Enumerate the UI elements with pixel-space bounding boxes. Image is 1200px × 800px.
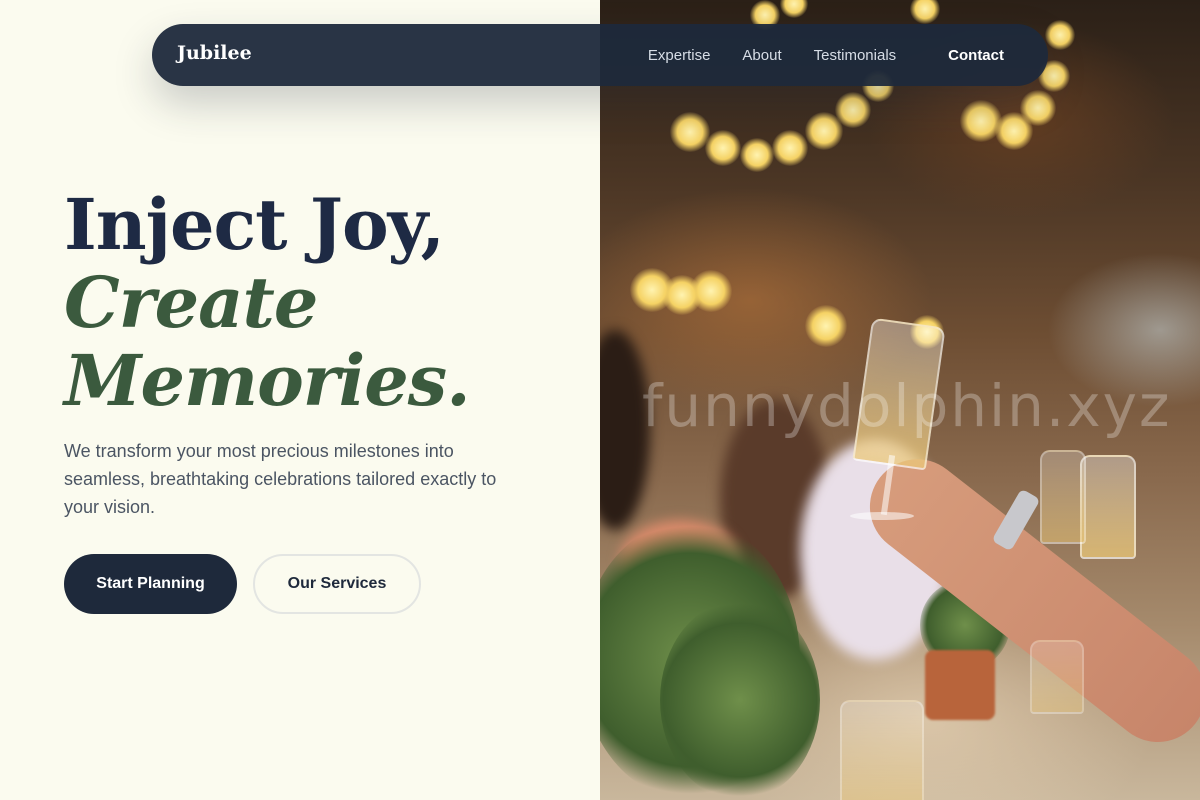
hero-description: We transform your most precious mileston… [64,441,497,517]
nav-link-testimonials[interactable]: Testimonials [814,47,897,64]
hero-title: Inject Joy, Create Memories. [64,183,471,422]
string-light [670,112,710,152]
nav-link-about[interactable]: About [742,47,781,64]
brand-logo[interactable]: Jubilee [177,42,252,64]
hero-title-line1: Inject Joy, [64,183,445,266]
string-light [690,270,732,312]
string-light [705,130,741,166]
terracotta-pot [925,650,995,720]
hero-title-line3: Memories. [64,339,471,422]
string-light [740,138,774,172]
string-light [1045,20,1075,50]
nav-link-expertise[interactable]: Expertise [648,47,711,64]
champagne-glass [1040,450,1086,544]
champagne-glass [1080,455,1136,559]
hero-photo: funnydolphin.xyz [600,0,1200,800]
string-light [780,0,808,18]
hero-title-line2: Create [64,261,318,344]
glass-base [850,512,914,520]
start-planning-button[interactable]: Start Planning [64,554,237,614]
string-light [910,0,940,24]
our-services-button[interactable]: Our Services [253,554,421,614]
nav-links: Expertise About Testimonials Contact [648,24,1048,86]
nav-link-contact[interactable]: Contact [948,47,1004,64]
watermark-text: funnydolphin.xyz [642,372,1172,440]
wine-glass [1030,640,1084,714]
string-light [1020,90,1056,126]
string-light [835,92,871,128]
flower-greenery [660,600,820,800]
string-light [772,130,808,166]
string-light [805,305,847,347]
top-navbar: Jubilee Expertise About Testimonials Con… [152,24,1048,86]
wine-glass [840,700,924,800]
